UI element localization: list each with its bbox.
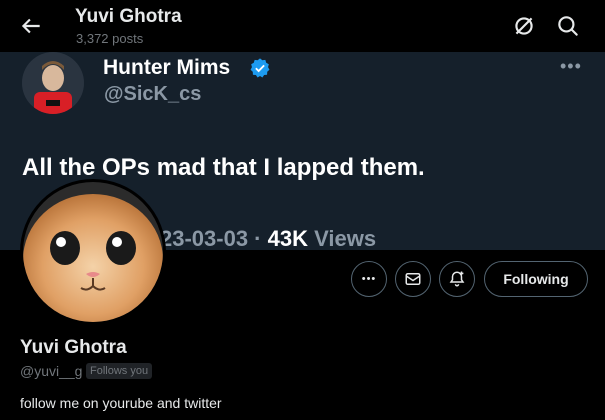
message-button[interactable]	[395, 261, 431, 297]
banner-author-avatar	[22, 52, 84, 114]
unfollow-notify-icon[interactable]	[511, 13, 537, 39]
verified-badge-icon	[250, 58, 270, 78]
profile-name: Yuvi Ghotra	[20, 337, 127, 358]
profile-handle: @yuvi__g	[20, 363, 83, 379]
banner-views-label: Views	[307, 226, 377, 250]
banner-post-text: All the OPs mad that I lapped them.	[22, 154, 425, 181]
bell-plus-icon	[449, 271, 465, 287]
header-title: Yuvi Ghotra	[75, 6, 182, 27]
profile-avatar[interactable]	[20, 179, 166, 325]
more-options-button[interactable]: •••	[351, 261, 387, 297]
top-bar: Yuvi Ghotra 3,372 posts	[0, 0, 605, 52]
search-icon[interactable]	[555, 13, 581, 39]
follows-you-badge: Follows you	[86, 363, 153, 379]
back-arrow-icon[interactable]	[18, 13, 44, 39]
banner-post-date: 23-03-03 ·	[160, 226, 268, 250]
more-icon: •••	[361, 273, 377, 285]
envelope-icon	[405, 273, 421, 285]
banner-post-meta: 23-03-03 · 43K Views	[160, 226, 376, 250]
following-button[interactable]: Following	[484, 261, 588, 297]
profile-bio: follow me on yourube and twitter	[20, 395, 222, 411]
banner-more-icon: •••	[560, 56, 582, 76]
banner-author-handle: @SicK_cs	[104, 83, 202, 105]
banner-author-name: Hunter Mims	[103, 56, 231, 79]
banner-views-count: 43K	[267, 226, 308, 250]
post-count: 3,372 posts	[76, 31, 144, 46]
notifications-button[interactable]	[439, 261, 475, 297]
